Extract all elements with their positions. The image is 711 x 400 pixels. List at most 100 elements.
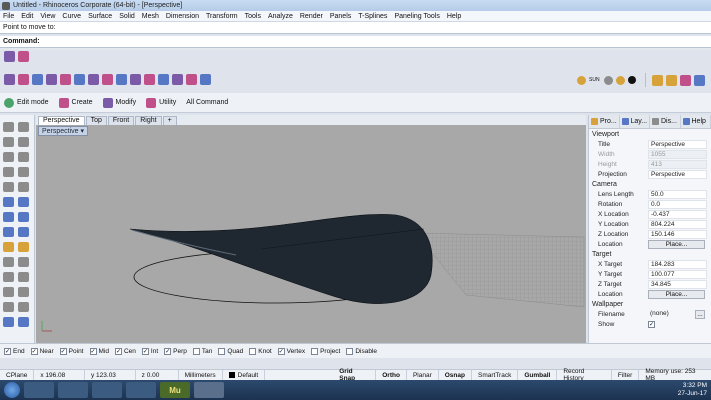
osnap-mid[interactable]: ✓ Mid [89,347,109,355]
tab-perspective[interactable]: Perspective [38,116,85,125]
tab-layers[interactable]: Lay... [620,115,650,128]
target-place-button[interactable]: Place... [648,289,705,299]
osnap-end[interactable]: ✓ End [4,347,25,355]
status-planar[interactable]: Planar [407,370,439,380]
boolean-icon[interactable] [3,227,14,237]
solid-sphere-icon[interactable] [18,212,29,222]
osnap-vertex-checkbox[interactable]: ✓ [277,347,285,355]
render-m-icon[interactable] [651,74,663,86]
osnap-near[interactable]: ✓ Near [30,347,54,355]
status-osnap[interactable]: Osnap [439,370,472,380]
render-settings-icon[interactable] [679,74,691,86]
ytarget-field[interactable]: 100.077 [648,269,707,279]
osnap-near-checkbox[interactable]: ✓ [30,347,38,355]
projection-select[interactable]: Perspective [648,169,707,179]
status-cplane[interactable]: CPlane [0,370,35,380]
osnap-vertex[interactable]: ✓ Vertex [277,347,305,355]
tspline-fill-icon[interactable] [130,73,141,85]
osnap-project-checkbox[interactable] [311,347,319,355]
osnap-tan-checkbox[interactable] [192,347,200,355]
osnap-int[interactable]: ✓ Int [141,347,158,355]
tab-front[interactable]: Front [107,116,135,125]
osnap-tan[interactable]: Tan [192,347,212,355]
menu-edit[interactable]: Edit [21,13,33,20]
tspline-smooth-icon[interactable] [200,73,211,85]
ztarget-field[interactable]: 34.845 [648,279,707,289]
osnap-quad[interactable]: Quad [218,347,243,355]
osnap-cen[interactable]: ✓ Cen [114,347,136,355]
tab-top[interactable]: Top [85,116,107,125]
status-layer[interactable]: Default [223,370,266,380]
taskbar-muse-icon[interactable]: Mu [160,382,190,398]
menu-curve[interactable]: Curve [62,13,81,20]
menu-render[interactable]: Render [300,13,323,20]
osnap-knot-checkbox[interactable] [249,347,257,355]
osnap-project[interactable]: Project [311,347,340,355]
menu-surface[interactable]: Surface [88,13,112,20]
system-clock[interactable]: 3:32 PM 27-Jun-17 [678,382,707,398]
tspline-plane-icon[interactable] [32,73,43,85]
tspline-bridge-icon[interactable] [102,73,113,85]
tab-right[interactable]: Right [135,116,162,125]
tab-properties[interactable]: Pro... [589,115,620,128]
taskbar-rhino-icon[interactable] [194,382,224,398]
curve-icon[interactable] [18,137,29,147]
title-field[interactable]: Perspective [648,139,707,149]
polygon-icon[interactable] [3,182,14,192]
tspline-match-icon[interactable] [186,73,197,85]
dimension-icon[interactable] [18,242,29,252]
xtarget-field[interactable]: 184.283 [648,259,707,269]
tspline-delete-icon[interactable] [144,73,155,85]
lens-field[interactable]: 50.0 [648,189,707,199]
tab-utility[interactable]: Utility [146,97,176,108]
taskbar-folder-icon[interactable] [92,382,122,398]
rectangle-icon[interactable] [18,167,29,177]
polyline-icon[interactable] [3,137,14,147]
osnap-cen-checkbox[interactable]: ✓ [114,347,122,355]
tspline-append-icon[interactable] [74,73,85,85]
surface-icon[interactable] [3,197,14,207]
status-record-history[interactable]: Record History [557,368,612,382]
select-arrow-icon[interactable] [3,122,14,132]
tspline-box-icon[interactable] [4,73,15,85]
render-help-icon[interactable] [693,74,705,86]
environment-icon[interactable] [627,76,636,84]
command-input[interactable]: Command: [0,36,711,48]
tab-all-command[interactable]: All Command [186,99,228,106]
trim-icon[interactable] [18,257,29,267]
circle-icon[interactable] [3,152,14,162]
browse-button[interactable]: ... [695,309,705,319]
menu-solid[interactable]: Solid [119,13,135,20]
xloc-field[interactable]: -0.437 [648,209,707,219]
point-icon[interactable] [18,122,29,132]
tspline-convert-icon[interactable] [172,73,183,85]
osnap-mid-checkbox[interactable]: ✓ [89,347,97,355]
add-viewport-tab[interactable]: + [162,116,177,125]
render-window-icon[interactable] [665,74,677,86]
menu-panels[interactable]: Panels [330,13,351,20]
tab-create[interactable]: Create [58,97,93,108]
status-gumball[interactable]: Gumball [518,370,558,380]
yloc-field[interactable]: 804.224 [648,219,707,229]
rotate-icon[interactable] [3,302,14,312]
status-smarttrack[interactable]: SmartTrack [472,370,519,380]
perspective-viewport[interactable]: Perspective ▾ [36,125,586,343]
status-ortho[interactable]: Ortho [376,370,407,380]
start-button[interactable] [4,382,20,398]
tspline-settings-icon[interactable] [18,51,29,62]
scale-icon[interactable] [18,302,29,312]
menu-tsplines[interactable]: T-Splines [358,13,387,20]
arc-icon[interactable] [18,152,29,162]
tspline-toggle-icon[interactable] [4,51,15,62]
camera-place-button[interactable]: Place... [648,239,705,249]
menu-mesh[interactable]: Mesh [142,13,159,20]
taskbar-chrome-icon[interactable] [58,382,88,398]
tab-edit-mode[interactable]: Edit mode [4,97,49,108]
status-grid-snap[interactable]: Grid Snap [333,368,377,382]
menu-view[interactable]: View [40,13,55,20]
ellipse-icon[interactable] [3,167,14,177]
move-icon[interactable] [3,287,14,297]
join-icon[interactable] [3,272,14,282]
osnap-int-checkbox[interactable]: ✓ [141,347,149,355]
copy-icon[interactable] [18,287,29,297]
